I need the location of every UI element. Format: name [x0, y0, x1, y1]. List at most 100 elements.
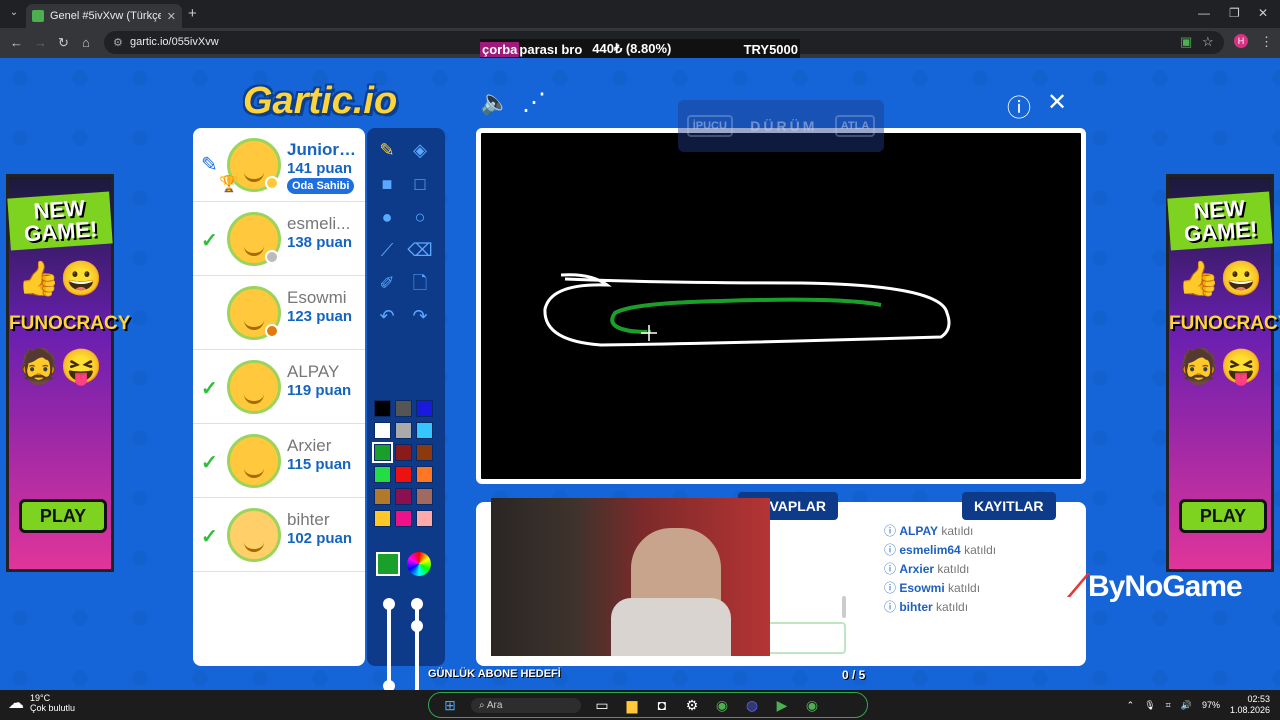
player-row[interactable]: ✓ Arxier 115 puan [193, 424, 365, 498]
player-row[interactable]: ✓ bihter 102 puan [193, 498, 365, 572]
task-view-icon[interactable]: ▭ [593, 697, 611, 714]
redo-icon[interactable]: ↷ [405, 302, 435, 330]
color-swatch[interactable] [374, 510, 391, 527]
color-swatch[interactable] [395, 422, 412, 439]
taskbar-apps: ⊞ ⌕ Ara ▭ ▆ ◘ ⚙ ◉ ◍ ▶ ◉ [428, 692, 868, 718]
filled-rect-icon[interactable]: ■ [372, 170, 402, 198]
slider-knob[interactable] [411, 598, 423, 610]
taskbar-search[interactable]: ⌕ Ara [471, 697, 581, 713]
player-row[interactable]: ✎ 🏆 JuniorP... 141 puan Oda Sahibi [193, 128, 365, 202]
browser-tab[interactable]: Genel #5ivXvw (Türkçe) - Gartic ✕ [26, 4, 182, 28]
forward-icon[interactable]: → [34, 35, 47, 50]
info-icon[interactable]: ⓘ [1007, 88, 1031, 123]
player-row[interactable]: ✓ ALPAY 119 puan [193, 350, 365, 424]
color-swatch[interactable] [374, 422, 391, 439]
color-swatch[interactable] [395, 400, 412, 417]
site-info-icon[interactable]: ⚙ [113, 36, 123, 49]
reload-icon[interactable]: ↻ [58, 35, 69, 51]
player-row[interactable]: ✓ esmeli... 138 puan [193, 202, 365, 276]
chrome-icon[interactable]: ◉ [713, 697, 731, 714]
skip-button[interactable]: ATLA [834, 115, 876, 137]
color-swatch[interactable] [416, 510, 433, 527]
close-window-icon[interactable]: ✕ [1258, 6, 1268, 20]
color-swatch[interactable] [372, 442, 393, 463]
gartic-logo[interactable]: Gartic.io [243, 80, 397, 123]
color-swatch[interactable] [395, 510, 412, 527]
sound-icon[interactable]: 🔈 [480, 88, 510, 117]
donation-highlight: çorba [480, 41, 520, 57]
profile-avatar[interactable]: H [1234, 34, 1248, 48]
game-page: Gartic.io 🔈 ⋰ ⓘ ✕ NEW GAME! 👍😀 FUNOCRACY… [0, 58, 1280, 690]
player-points: 123 puan [287, 308, 353, 325]
color-swatch[interactable] [395, 444, 412, 461]
color-swatch[interactable] [416, 400, 433, 417]
clock[interactable]: 02:53 1.08.2026 [1230, 694, 1270, 716]
color-swatch[interactable] [416, 488, 433, 505]
line-tool-icon[interactable]: ⟋ [372, 236, 402, 264]
ad-play-button[interactable]: PLAY [19, 499, 107, 533]
discord-icon[interactable]: ◍ [743, 697, 761, 714]
color-swatch[interactable] [374, 400, 391, 417]
undo-icon[interactable]: ↶ [372, 302, 402, 330]
color-wheel-icon[interactable] [407, 552, 431, 576]
opacity-slider[interactable] [415, 600, 419, 690]
volume-icon[interactable]: 🔊 [1181, 700, 1192, 711]
new-tab-icon[interactable]: + [188, 5, 197, 22]
tray-expand-icon[interactable]: ⌃ [1127, 700, 1135, 711]
weather-widget[interactable]: ☁ 19°C Çok bulutlu [8, 693, 75, 713]
file-explorer-icon[interactable]: ▆ [623, 697, 641, 714]
back-icon[interactable]: ← [10, 35, 23, 50]
drawing-toolbar: ✎ ◈ ■ □ ● ○ ⟋ ⌫ ✐ 🗋 ↶ ↷ [367, 128, 445, 690]
ad-banner-right[interactable]: NEW GAME! 👍😀 FUNOCRACY 🧔😝 PLAY [1166, 174, 1280, 572]
app-icon[interactable]: ◘ [653, 697, 671, 713]
rect-outline-icon[interactable]: □ [405, 170, 435, 198]
check-icon: ✓ [201, 452, 218, 474]
color-swatch[interactable] [374, 466, 391, 483]
share-icon[interactable]: ⋰ [522, 88, 546, 117]
tab-search-icon[interactable]: ⌄ [6, 7, 22, 21]
extension-icon[interactable]: ▣ [1180, 34, 1192, 50]
start-icon[interactable]: ⊞ [441, 697, 459, 714]
media-icon[interactable]: ▶ [773, 697, 791, 714]
avatar [227, 360, 281, 414]
close-tab-icon[interactable]: ✕ [167, 10, 176, 23]
tab-logs[interactable]: KAYITLAR [962, 492, 1056, 520]
circle-outline-icon[interactable]: ○ [405, 203, 435, 231]
ad-play-button[interactable]: PLAY [1179, 499, 1267, 533]
menu-kebab-icon[interactable]: ⋮ [1260, 34, 1273, 50]
minimize-icon[interactable]: — [1198, 6, 1210, 20]
mic-icon[interactable]: 🎙 [1144, 700, 1155, 711]
slider-knob[interactable] [383, 680, 395, 690]
player-row[interactable]: Esowmi 123 puan [193, 276, 365, 350]
chrome-profile-icon[interactable]: ◉ [803, 697, 821, 714]
restore-icon[interactable]: ❐ [1229, 6, 1240, 20]
color-swatch[interactable] [416, 422, 433, 439]
color-swatch[interactable] [416, 444, 433, 461]
current-word: DÜRÜM [750, 118, 818, 134]
home-icon[interactable]: ⌂ [82, 35, 90, 50]
color-swatch[interactable] [395, 488, 412, 505]
chat-scrollbar[interactable] [842, 596, 846, 618]
color-swatch[interactable] [395, 466, 412, 483]
eyedropper-icon[interactable]: ✐ [372, 269, 402, 297]
color-swatch[interactable] [374, 488, 391, 505]
fill-bucket-icon[interactable]: ◈ [405, 136, 435, 164]
slider-knob[interactable] [411, 620, 423, 632]
eraser-icon[interactable]: ⌫ [405, 236, 435, 264]
bookmark-star-icon[interactable]: ☆ [1202, 34, 1214, 50]
network-icon[interactable]: ⌗ [1166, 700, 1171, 711]
ad-banner-left[interactable]: NEW GAME! 👍😀 FUNOCRACY 🧔😝 PLAY [6, 174, 130, 572]
drawing-canvas[interactable] [476, 128, 1086, 484]
settings-icon[interactable]: ⚙ [683, 697, 701, 714]
pencil-tool-icon[interactable]: ✎ [372, 136, 402, 164]
sub-goal-count: 0 / 5 [842, 668, 866, 682]
filled-circle-icon[interactable]: ● [372, 203, 402, 231]
color-swatch[interactable] [416, 466, 433, 483]
clear-page-icon[interactable]: 🗋 [405, 269, 435, 297]
battery-level[interactable]: 97% [1202, 700, 1220, 710]
status-dot [265, 176, 279, 190]
close-game-icon[interactable]: ✕ [1047, 88, 1067, 117]
brush-size-slider[interactable] [387, 600, 391, 690]
hint-button[interactable]: İPUCU [686, 115, 733, 137]
slider-knob[interactable] [383, 598, 395, 610]
